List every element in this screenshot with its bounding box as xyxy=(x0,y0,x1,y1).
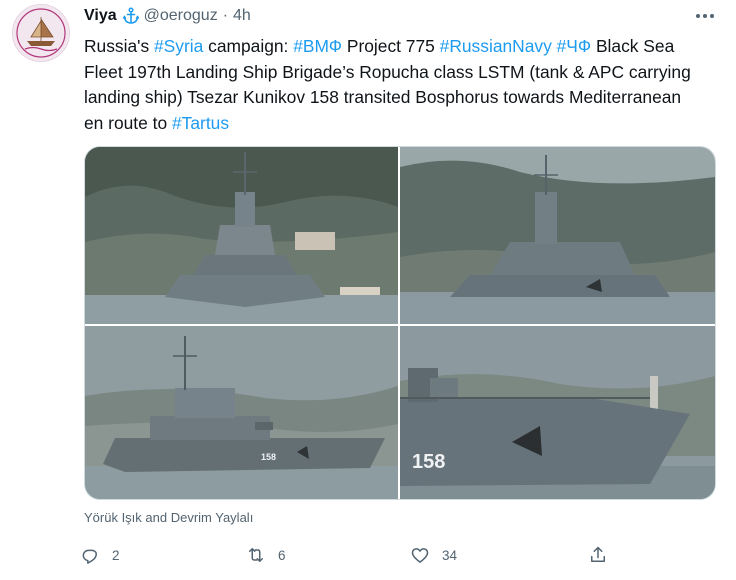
retweet-button[interactable]: 6 xyxy=(246,540,286,570)
ship-distant-image xyxy=(400,147,715,324)
separator-dot: · xyxy=(222,7,229,24)
more-options-button[interactable] xyxy=(690,3,720,29)
share-button[interactable] xyxy=(588,540,608,570)
tweet-header: Viya @oeroguz · 4h xyxy=(84,5,251,27)
hull-number-label: 158 xyxy=(412,451,445,473)
hashtag-link[interactable]: #Tartus xyxy=(172,113,229,133)
avatar[interactable] xyxy=(12,4,70,62)
reply-count: 2 xyxy=(112,547,120,563)
display-name[interactable]: Viya xyxy=(84,7,117,25)
like-count: 34 xyxy=(442,547,458,563)
tweet: Viya @oeroguz · 4h Russia's #Syria campa… xyxy=(0,0,736,580)
hashtag-link[interactable]: #Syria xyxy=(154,36,203,56)
tweet-text-segment: Russia's xyxy=(84,36,155,56)
anchor-icon xyxy=(122,7,140,25)
reply-button[interactable]: 2 xyxy=(80,540,120,570)
retweet-count: 6 xyxy=(278,547,286,563)
heart-icon xyxy=(411,548,429,563)
reply-icon xyxy=(82,549,97,564)
like-button[interactable]: 34 xyxy=(410,540,457,570)
share-icon xyxy=(591,546,605,562)
ship-bow-closeup-image: 158 xyxy=(400,326,715,499)
ship-photo-3[interactable]: 158 xyxy=(85,326,398,499)
ship-bow-image xyxy=(85,147,398,324)
hashtag-link[interactable]: #ЧФ xyxy=(557,36,591,56)
tweet-text-segment: Project 775 xyxy=(342,36,440,56)
media-grid: 158 158 xyxy=(84,146,716,500)
tweet-actions: 2 6 34 xyxy=(80,540,620,570)
user-handle[interactable]: @oeroguz xyxy=(144,7,218,25)
retweet-icon xyxy=(249,548,263,562)
more-dots-icon xyxy=(696,14,714,18)
ship-photo-4[interactable]: 158 xyxy=(400,326,715,499)
hashtag-link[interactable]: #ВМФ xyxy=(293,36,342,56)
avatar-logo-image xyxy=(14,6,68,60)
tweet-text: Russia's #Syria campaign: #ВМФ Project 7… xyxy=(84,34,704,136)
ship-photo-1[interactable] xyxy=(85,147,398,324)
tweet-timestamp[interactable]: 4h xyxy=(233,7,251,25)
tweet-text-segment: campaign: xyxy=(203,36,294,56)
ship-side-image: 158 xyxy=(85,326,398,499)
ship-photo-2[interactable] xyxy=(400,147,715,324)
photo-credit[interactable]: Yörük Işık and Devrim Yaylalı xyxy=(84,510,253,525)
hull-number-label: 158 xyxy=(261,452,276,462)
hashtag-link[interactable]: #RussianNavy xyxy=(440,36,552,56)
